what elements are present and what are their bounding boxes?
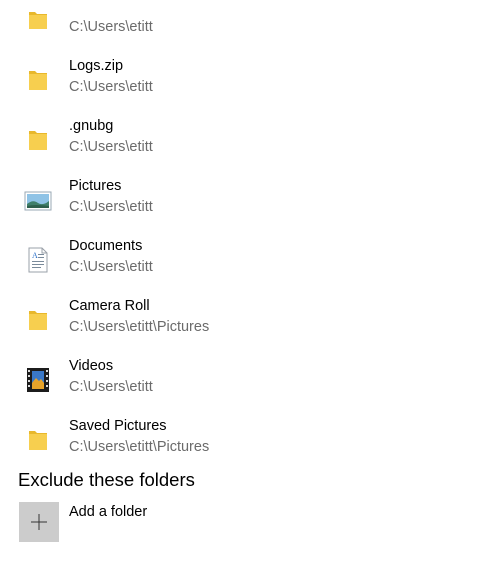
folder-name: Logs.zip — [69, 58, 124, 74]
folder-row[interactable]: Pictures C:\Users\etitt — [0, 166, 484, 226]
folder-path: C:\Users\etitt — [69, 259, 153, 275]
folder-path: C:\Users\etitt — [69, 379, 153, 395]
folder-icon — [24, 306, 52, 334]
folder-row[interactable]: Logs.zip C:\Users\etitt — [0, 46, 484, 106]
folder-icon — [24, 426, 52, 454]
folder-path: C:\Users\etitt — [69, 199, 153, 215]
folder-name: Pictures — [69, 178, 122, 194]
folder-row[interactable]: A Documents C:\Users\etitt — [0, 226, 484, 286]
add-folder-tile[interactable] — [19, 502, 59, 542]
folder-path: C:\Users\etitt\Pictures — [69, 319, 210, 335]
folder-name: .gnubg — [69, 118, 114, 134]
folder-icon — [24, 66, 52, 94]
included-folders-list: C:\Users\etitt Logs.zip C:\Users\etitt .… — [0, 0, 484, 466]
indexing-settings-page: C:\Users\etitt Logs.zip C:\Users\etitt .… — [0, 0, 484, 576]
folder-path: C:\Users\etitt — [69, 139, 153, 155]
folder-icon — [24, 126, 52, 154]
folder-row[interactable]: Videos C:\Users\etitt — [0, 346, 484, 406]
folder-name: Documents — [69, 238, 143, 254]
folder-row[interactable]: .gnubg C:\Users\etitt — [0, 106, 484, 166]
folder-row[interactable]: C:\Users\etitt — [0, 0, 484, 46]
add-folder-label: Add a folder — [69, 504, 148, 520]
add-excluded-folder-button[interactable]: Add a folder — [19, 502, 319, 542]
documents-folder-icon: A — [24, 246, 52, 274]
folder-name: Camera Roll — [69, 298, 150, 314]
exclude-section-title: Exclude these folders — [18, 469, 195, 490]
folder-path: C:\Users\etitt — [69, 79, 153, 95]
pictures-folder-icon — [24, 186, 52, 214]
folder-row[interactable]: Camera Roll C:\Users\etitt\Pictures — [0, 286, 484, 346]
folder-icon — [24, 6, 52, 34]
videos-folder-icon — [24, 366, 52, 394]
plus-icon — [31, 514, 47, 530]
folder-name: Saved Pictures — [69, 418, 167, 434]
folder-row[interactable]: Saved Pictures C:\Users\etitt\Pictures — [0, 406, 484, 466]
folder-path: C:\Users\etitt\Pictures — [69, 439, 210, 455]
svg-text:A: A — [32, 251, 38, 260]
folder-name: Videos — [69, 358, 114, 374]
folder-path: C:\Users\etitt — [69, 19, 153, 35]
